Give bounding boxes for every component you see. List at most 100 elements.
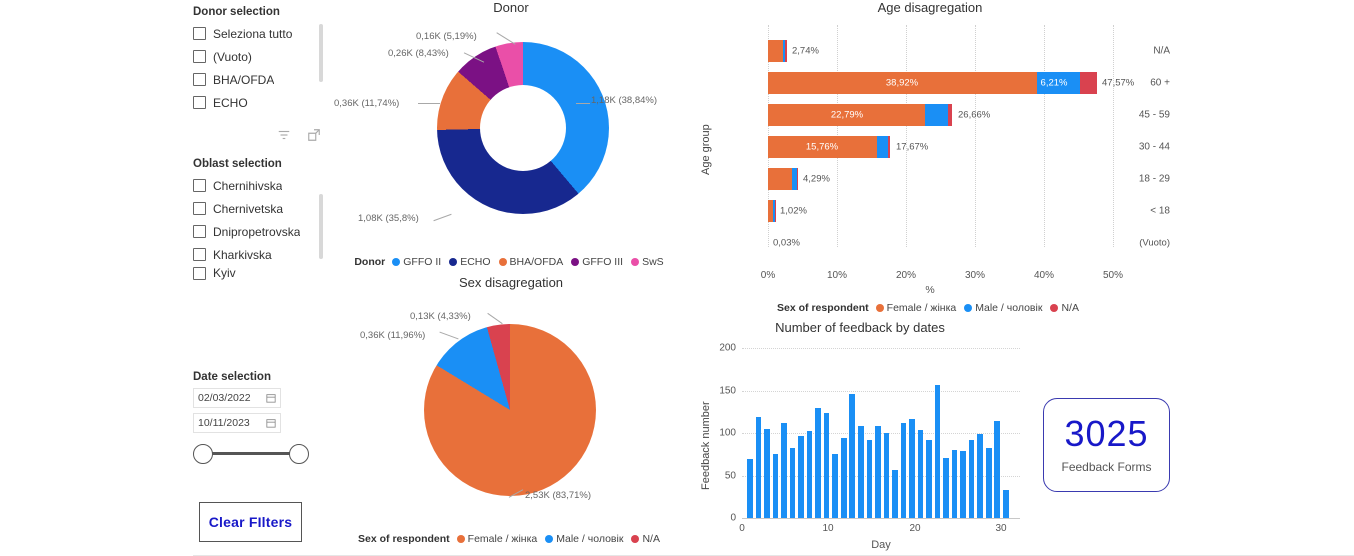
slicer-item-seleziona-tutto[interactable]: Seleziona tutto [193,22,321,45]
slicer-item-kharkivska[interactable]: Kharkivska [193,243,321,266]
slicer-item-kyiv[interactable]: Kyiv [193,266,321,280]
oblast-slicer-list: Chernihivska Chernivetska Dnipropetrovsk… [193,174,323,280]
feedback-y-axis-title: Feedback number [700,401,712,490]
checkbox-kharkivska[interactable] [193,248,206,261]
bar-segment-na[interactable] [887,136,891,158]
feedback-bar[interactable] [823,412,830,518]
feedback-bar[interactable] [994,421,1001,518]
bar-segment-na[interactable] [947,104,953,126]
oblast-selection-slicer: Oblast selection Chernihivska Chernivets… [193,158,323,280]
legend-item-sws[interactable]: SwS [631,256,664,268]
checkbox-echo[interactable] [193,96,206,109]
legend-label: SwS [642,256,664,268]
bar-segment-female[interactable] [768,168,793,190]
focus-mode-icon[interactable] [307,128,321,142]
age-bar-18-29[interactable] [768,168,798,190]
date-range-slider[interactable] [193,441,309,467]
feedback-chart-title: Number of feedback by dates [775,320,945,335]
legend-item-echo[interactable]: ECHO [449,256,491,268]
feedback-bar[interactable] [917,429,924,518]
feedback-bar[interactable] [849,393,856,518]
start-date-input[interactable]: 02/03/2022 [193,388,281,408]
feedback-bar[interactable] [960,450,966,518]
legend-item-bha-ofda[interactable]: BHA/OFDA [498,256,563,268]
feedback-bar[interactable] [951,450,958,518]
legend-item-male[interactable]: Male / чоловік [545,533,623,545]
clear-filters-button[interactable]: Clear FIlters [199,502,302,542]
slicer-item-echo[interactable]: ECHO [193,91,321,114]
feedback-bar[interactable] [857,426,864,518]
slicer-item-chernivetska[interactable]: Chernivetska [193,197,321,220]
checkbox-chernihivska[interactable] [193,179,206,192]
feedback-bar[interactable] [840,438,847,518]
feedback-bar[interactable] [985,448,992,518]
donor-selection-slicer: Donor selection Seleziona tutto (Vuoto) … [193,6,323,114]
bar-segment-male[interactable] [876,136,888,158]
feedback-ytick: 150 [719,385,736,396]
checkbox-vuoto[interactable] [193,50,206,63]
bar-segment-na[interactable] [1079,72,1097,94]
donor-slicer-scrollbar[interactable] [319,24,323,82]
donor-slicer-title: Donor selection [193,6,280,18]
feedback-bar[interactable] [764,428,770,518]
legend-label: GFFO II [403,256,442,268]
slicer-item-vuoto[interactable]: (Vuoto) [193,45,321,68]
checkbox-bha-ofda[interactable] [193,73,206,86]
feedback-bar[interactable] [815,407,821,518]
calendar-icon[interactable] [266,393,276,403]
feedback-bar[interactable] [875,426,881,518]
feedback-bar[interactable] [943,457,949,518]
donor-legend: Donor GFFO II ECHO BHA/OFDA GFFO III SwS [336,256,686,268]
feedback-bar[interactable] [781,422,787,518]
feedback-bar[interactable] [926,439,932,518]
filters-sidebar: Donor selection Seleziona tutto (Vuoto) … [193,0,328,556]
donor-donut-ring[interactable] [437,42,609,214]
checkbox-kyiv[interactable] [193,266,206,280]
sex-pie-circle[interactable] [424,324,596,496]
legend-swatch-icon [631,258,640,266]
oblast-slicer-scrollbar[interactable] [319,194,323,259]
feedback-bar[interactable] [755,416,762,518]
feedback-bar[interactable] [772,454,779,518]
slider-handle-start[interactable] [193,444,213,464]
legend-item-na[interactable]: N/A [1050,302,1079,314]
checkbox-dnipropetrovska[interactable] [193,225,206,238]
legend-item-female[interactable]: Female / жінка [456,533,537,545]
feedback-bar[interactable] [789,448,796,518]
feedback-bar[interactable] [900,422,907,518]
feedback-bar[interactable] [866,439,873,518]
bar-segment-male[interactable] [925,104,948,126]
legend-item-na[interactable]: N/A [631,533,660,545]
slicer-item-chernihivska[interactable]: Chernihivska [193,174,321,197]
feedback-bar[interactable] [747,458,753,518]
checkbox-chernivetska[interactable] [193,202,206,215]
slicer-item-dnipropetrovska[interactable]: Dnipropetrovska [193,220,321,243]
filter-icon[interactable] [277,128,291,142]
feedback-bar[interactable] [798,436,804,518]
legend-item-gffo-iii[interactable]: GFFO III [571,256,623,268]
feedback-bar[interactable] [977,433,983,518]
age-bar-na[interactable] [768,40,787,62]
feedback-bar[interactable] [934,384,941,518]
bar-segment-na[interactable] [785,40,787,62]
calendar-icon[interactable] [266,418,276,428]
feedback-bar[interactable] [1002,489,1009,518]
bar-segment-female[interactable] [768,40,783,62]
age-inner-label-female: 15,76% [805,141,839,153]
feedback-bar[interactable] [909,419,915,518]
feedback-forms-kpi-card[interactable]: 3025 Feedback Forms [1043,398,1170,492]
feedback-bar[interactable] [968,439,975,518]
feedback-bar[interactable] [883,433,890,518]
slicer-item-bha-ofda[interactable]: BHA/OFDA [193,68,321,91]
feedback-bar[interactable] [892,470,898,518]
feedback-bar[interactable] [806,431,813,518]
age-bar-under18[interactable] [768,200,776,222]
slider-handle-end[interactable] [289,444,309,464]
legend-item-male[interactable]: Male / чоловік [964,302,1042,314]
age-category-label: < 18 [1150,205,1170,217]
legend-item-gffo-ii[interactable]: GFFO II [392,256,441,268]
feedback-bar[interactable] [832,454,839,518]
checkbox-seleziona-tutto[interactable] [193,27,206,40]
end-date-input[interactable]: 10/11/2023 [193,413,281,433]
legend-item-female[interactable]: Female / жінка [875,302,956,314]
